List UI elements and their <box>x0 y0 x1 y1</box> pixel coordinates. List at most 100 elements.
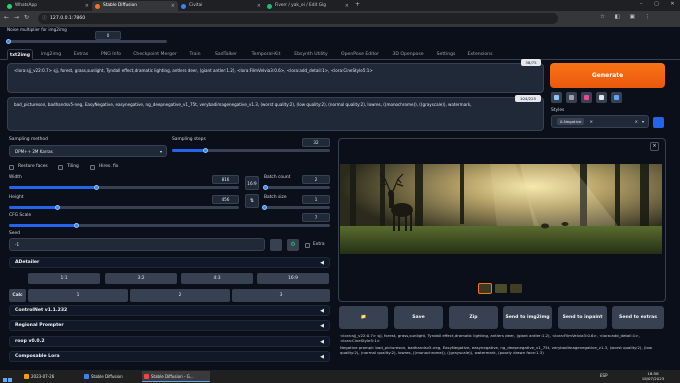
cfg-scale-value[interactable]: 7 <box>302 213 330 222</box>
send-to-extras-button[interactable]: Send to extras <box>612 306 664 329</box>
ratio-button-1-1[interactable]: 1:1 <box>28 273 100 284</box>
close-icon[interactable]: × <box>171 1 175 11</box>
close-icon[interactable]: × <box>650 142 659 151</box>
calc-button[interactable]: Calc <box>9 289 26 302</box>
generate-button[interactable]: Generate <box>550 63 665 88</box>
browser-tab-stable-diffusion[interactable]: Stable Diffusion × <box>92 1 178 11</box>
dice-icon[interactable] <box>270 239 282 251</box>
seed-input[interactable]: -1 <box>9 238 265 251</box>
forward-icon[interactable]: → <box>14 14 19 21</box>
reload-icon[interactable]: ↻ <box>24 14 29 21</box>
chip-close-icon[interactable]: × <box>590 119 593 124</box>
batch-count-track[interactable] <box>264 186 330 189</box>
close-icon[interactable]: × <box>257 1 261 11</box>
browser-tab-civitai[interactable]: Civitai × <box>178 1 264 11</box>
noise-multiplier-knob[interactable] <box>6 39 11 44</box>
tab-checkpoint-merger[interactable]: Checkpoint Merger <box>129 49 181 60</box>
thumbnail-grid[interactable] <box>478 283 492 294</box>
adetailer-accordion[interactable]: ADetailer ◀ <box>9 257 330 268</box>
regional-prompter-accordion[interactable]: Regional Prompter ◀ <box>9 320 330 331</box>
batch-size-value[interactable]: 1 <box>302 195 330 204</box>
extra-networks-button[interactable] <box>581 92 592 103</box>
tab-temporal-kit[interactable]: Temporal-Kit <box>246 49 286 60</box>
batch-size-label: Batch size <box>264 195 287 200</box>
clear-icon[interactable]: × <box>635 116 638 127</box>
browser-tab-fiverr[interactable]: Fiverr / yak_ei / Edit Gig × <box>264 1 352 11</box>
multiplier-button-1[interactable]: 1 <box>28 289 128 302</box>
clock[interactable]: 18:58 18/07/2023 <box>638 371 668 381</box>
browser-tab-whatsapp[interactable]: WhatsApp × <box>4 1 92 11</box>
back-icon[interactable]: ← <box>4 14 9 21</box>
tab-3d-openpose[interactable]: 3D Openpose <box>387 49 429 60</box>
save-button[interactable]: Save <box>394 306 443 329</box>
tab-png-info[interactable]: PNG Info <box>96 49 126 60</box>
batch-count-value[interactable]: 2 <box>302 175 330 184</box>
taskbar-item-browser[interactable]: Stable Diffusion - G... <box>142 371 210 382</box>
open-folder-button[interactable]: 📁 <box>339 306 388 329</box>
tab-train[interactable]: Train <box>184 49 206 60</box>
tab-ebsynth-utility[interactable]: Ebsynth Utility <box>289 49 333 60</box>
composable-lora-accordion[interactable]: Composable Lora ◀ <box>9 351 330 362</box>
cfg-scale-label: CFG Scale <box>9 213 32 218</box>
window-controls[interactable]: – ▢ ✕ <box>640 1 680 7</box>
negative-prompt-textarea[interactable]: bad_pictureson, badhandsv5-neg, EasyNega… <box>7 97 544 131</box>
batch-size-track[interactable] <box>264 206 330 209</box>
apply-style-button[interactable] <box>596 92 607 103</box>
save-style-button[interactable] <box>611 92 622 103</box>
multiplier-button-2[interactable]: 2 <box>130 289 230 302</box>
recycle-icon[interactable]: ♻ <box>287 239 299 251</box>
controlnet-accordion[interactable]: ControlNet v1.1.232 ◀ <box>9 305 330 316</box>
clear-prompt-button[interactable] <box>566 92 577 103</box>
aspect-ratio-button[interactable]: 16:9 <box>245 176 259 190</box>
batch-size-knob[interactable] <box>262 205 267 210</box>
restore-faces-checkbox[interactable] <box>9 165 14 170</box>
positive-prompt-textarea[interactable]: <lora:sjj_v22:0.7> sjj, forest, grass,su… <box>7 63 544 93</box>
tab-openpose-editor[interactable]: OpenPose Editor <box>336 49 384 60</box>
thumbnail-1[interactable] <box>495 284 507 293</box>
generated-image-deer[interactable] <box>340 164 662 254</box>
windows-start-icon[interactable] <box>3 372 12 382</box>
tab-extensions[interactable]: Extensions <box>463 49 497 60</box>
tab-txt2img[interactable]: txt2img <box>7 49 33 60</box>
noise-multiplier-slider[interactable] <box>7 40 167 43</box>
width-knob[interactable] <box>94 185 99 190</box>
extra-seed-checkbox[interactable] <box>305 243 310 248</box>
taskbar-item-folder[interactable]: 2023-07-26 <box>22 371 80 382</box>
close-icon[interactable]: × <box>345 1 349 11</box>
stable-diffusion-icon <box>95 4 100 9</box>
width-value[interactable]: 816 <box>212 175 239 184</box>
url-input[interactable]: ⓘ 127.0.0.1:7860 <box>38 13 558 24</box>
sampling-steps-value[interactable]: 32 <box>302 138 330 147</box>
tiling-checkbox[interactable] <box>58 165 63 170</box>
ratio-button-4-3[interactable]: 4:3 <box>181 273 253 284</box>
noise-multiplier-value[interactable]: 0 <box>95 31 121 40</box>
sampling-method-select[interactable]: DPM++ 2M Karras ▾ <box>9 145 167 157</box>
taskbar-item-stable-diffusion[interactable]: Stable Diffusion <box>82 371 140 382</box>
batch-count-knob[interactable] <box>263 185 268 190</box>
send-to-inpaint-button[interactable]: Send to inpaint <box>558 306 607 329</box>
browser-toolbar-icons[interactable]: ☆ ◧ ▣ ⋮ <box>600 14 654 20</box>
swap-icon[interactable]: ⇅ <box>245 194 259 208</box>
thumbnail-2[interactable] <box>510 284 522 293</box>
tab-settings[interactable]: Settings <box>432 49 460 60</box>
multiplier-button-3[interactable]: 3 <box>232 289 330 302</box>
zip-button[interactable]: Zip <box>449 306 498 329</box>
tab-extras[interactable]: Extras <box>69 49 93 60</box>
send-to-img2img-button[interactable]: Send to img2img <box>503 306 552 329</box>
roop-accordion[interactable]: roop v0.0.2 ◀ <box>9 336 330 347</box>
new-tab-button[interactable]: + <box>355 1 360 8</box>
height-value[interactable]: 456 <box>212 195 239 204</box>
hires-fix-checkbox[interactable] <box>90 165 95 170</box>
refresh-styles-button[interactable] <box>653 117 664 128</box>
tab-sadtalker[interactable]: SadTalker <box>209 49 243 60</box>
cfg-scale-knob[interactable] <box>74 223 79 228</box>
paste-params-button[interactable] <box>551 92 562 103</box>
tab-img2img[interactable]: img2img <box>36 49 66 60</box>
height-knob[interactable] <box>55 205 60 210</box>
language-indicator[interactable]: ESP <box>600 373 607 378</box>
close-icon[interactable]: × <box>85 1 89 11</box>
sampling-steps-knob[interactable] <box>203 148 208 153</box>
ratio-button-16-9[interactable]: 16:9 <box>257 273 329 284</box>
styles-select[interactable]: 0-Negative × × ▾ <box>551 115 649 128</box>
ratio-button-3-2[interactable]: 3:2 <box>105 273 177 284</box>
